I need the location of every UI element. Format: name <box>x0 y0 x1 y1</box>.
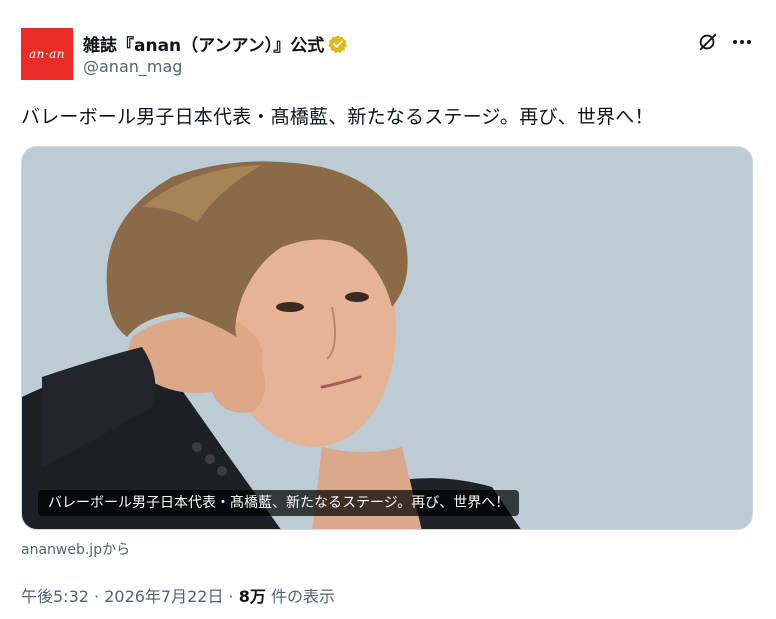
media-caption: バレーボール男子日本代表・髙橋藍、新たなるステージ。再び、世界へ！ <box>38 490 520 516</box>
tweet-header: an·an 雑誌『anan（アンアン）』公式 @anan_mag <box>21 28 761 82</box>
tweet-text: バレーボール男子日本代表・髙橋藍、新たなるステージ。再び、世界へ！ <box>21 106 654 128</box>
views-count[interactable]: 8万 <box>239 587 266 606</box>
more-icon[interactable] <box>729 30 755 54</box>
grok-icon[interactable] <box>696 30 720 54</box>
avatar[interactable]: an·an <box>21 28 73 80</box>
link-source[interactable]: ananweb.jpから <box>21 539 130 559</box>
tweet-meta: 午後5:32 · 2026年7月22日 · 8万 件の表示 <box>21 583 335 607</box>
meta-separator: · <box>88 587 105 606</box>
meta-separator: · <box>223 587 239 606</box>
avatar-logo-text: an·an <box>28 47 66 61</box>
verified-badge-icon[interactable] <box>328 34 348 54</box>
media-card[interactable]: バレーボール男子日本代表・髙橋藍、新たなるステージ。再び、世界へ！ <box>21 146 753 530</box>
tweet-time[interactable]: 午後5:32 <box>21 587 89 606</box>
views-label: 件の表示 <box>265 587 335 606</box>
account-handle[interactable]: @anan_mag <box>83 57 182 76</box>
tweet-date[interactable]: 2026年7月22日 <box>104 587 223 606</box>
name-row: 雑誌『anan（アンアン）』公式 <box>83 31 348 56</box>
display-name[interactable]: 雑誌『anan（アンアン）』公式 <box>83 31 324 56</box>
portrait-photo <box>22 147 752 529</box>
